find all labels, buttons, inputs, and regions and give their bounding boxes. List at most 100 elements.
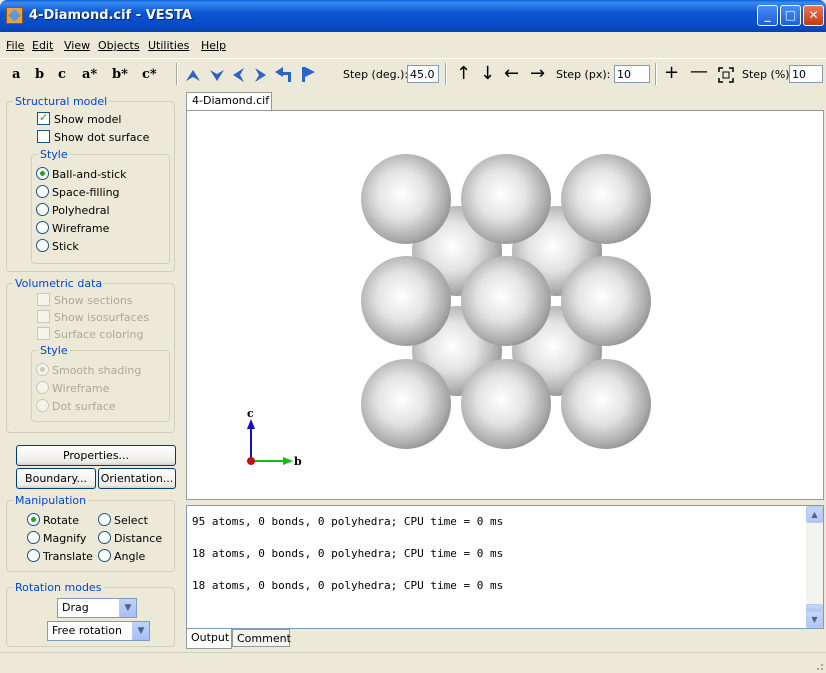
vol-wireframe-radio[interactable]: Wireframe [36,381,109,397]
checkbox-checked-icon[interactable] [37,111,50,125]
rotate-radio[interactable]: Rotate [27,513,79,529]
atom[interactable] [461,359,551,449]
title-bar[interactable]: 4-Diamond.cif - VESTA _ □ ✕ [0,0,826,32]
zoom-in-icon[interactable]: + [664,62,679,83]
atom[interactable] [561,256,651,346]
properties-button[interactable]: Properties... [16,445,176,466]
radio-icon[interactable] [36,185,49,198]
menu-edit[interactable]: Edit [32,39,53,52]
show-sections-checkbox[interactable]: Show sections [37,293,133,309]
radio-icon[interactable] [98,513,111,526]
checkbox-icon[interactable] [37,327,50,340]
orientation-button[interactable]: Orientation... [98,468,176,489]
view-along-a-button[interactable]: a [12,67,20,82]
resize-grip-icon[interactable] [812,659,824,671]
translate-down-icon[interactable]: ↓ [480,63,495,84]
style-wireframe-radio[interactable]: Wireframe [36,221,109,237]
checkbox-icon[interactable] [37,293,50,306]
atom[interactable] [461,154,551,244]
translate-step-input[interactable] [614,65,650,83]
minimize-button[interactable]: _ [757,5,778,26]
scroll-down-icon[interactable]: ▼ [806,611,823,628]
crystal-structure-view[interactable]: c b [187,111,823,499]
tab-comment[interactable]: Comment [232,629,291,647]
chevron-down-icon[interactable]: ▼ [132,622,149,640]
menu-utilities[interactable]: Utilities [148,39,189,52]
show-sections-label: Show sections [54,294,133,307]
atom[interactable] [361,256,451,346]
rotation-modes-title: Rotation modes [13,581,104,594]
show-isosurfaces-checkbox[interactable]: Show isosurfaces [37,310,149,326]
surface-coloring-checkbox[interactable]: Surface coloring [37,327,144,343]
distance-radio[interactable]: Distance [98,531,162,547]
menu-file[interactable]: File [6,39,24,52]
radio-icon[interactable] [27,531,40,544]
atom[interactable] [461,256,551,346]
view-along-b-button[interactable]: b [35,67,44,82]
maximize-button[interactable]: □ [780,5,801,26]
select-label: Select [114,514,148,527]
atom[interactable] [561,359,651,449]
show-dot-surface-checkbox[interactable]: Show dot surface [37,130,149,146]
atom[interactable] [361,359,451,449]
style-polyhedral-radio[interactable]: Polyhedral [36,203,110,219]
axis-c-arrowhead-icon [247,419,255,429]
atom[interactable] [361,154,451,244]
radio-selected-icon[interactable] [36,167,49,180]
menu-objects[interactable]: Objects [98,39,140,52]
radio-icon[interactable] [36,239,49,252]
scroll-up-icon[interactable]: ▲ [806,506,823,523]
output-line: 18 atoms, 0 bonds, 0 polyhedra; CPU time… [192,579,504,592]
fit-to-screen-icon[interactable] [718,67,734,83]
radio-icon[interactable] [36,221,49,234]
radio-selected-icon[interactable] [36,363,49,376]
menu-view[interactable]: View [64,39,90,52]
rotation-type-select[interactable]: Free rotation ▼ [47,621,150,641]
view-along-c-star-button[interactable]: c* [142,67,157,82]
show-model-checkbox[interactable]: Show model [37,111,121,128]
zoom-step-label: Step (%): [742,68,794,81]
close-button[interactable]: ✕ [803,5,824,26]
tab-output[interactable]: Output [186,629,232,649]
style-ball-and-stick-radio[interactable]: Ball-and-stick [36,167,127,183]
rotate-step-input[interactable] [407,65,439,83]
select-radio[interactable]: Select [98,513,148,529]
zoom-step-input[interactable] [789,65,823,83]
output-log[interactable]: 95 atoms, 0 bonds, 0 polyhedra; CPU time… [186,505,824,629]
vesta-app-icon[interactable] [6,7,23,24]
radio-icon[interactable] [27,549,40,562]
radio-selected-icon[interactable] [27,513,40,526]
atom[interactable] [561,154,651,244]
translate-left-icon[interactable]: ← [504,63,519,84]
style-space-filling-radio[interactable]: Space-filling [36,185,120,201]
axis-c-label: c [247,407,254,420]
rotation-type-value: Free rotation [52,624,122,637]
radio-icon[interactable] [98,549,111,562]
style-stick-radio[interactable]: Stick [36,239,79,255]
translate-radio[interactable]: Translate [27,549,93,565]
zoom-out-icon[interactable]: — [690,61,708,82]
radio-icon[interactable] [36,381,49,394]
checkbox-icon[interactable] [37,310,50,323]
dot-surface-radio[interactable]: Dot surface [36,399,116,415]
angle-radio[interactable]: Angle [98,549,145,565]
translate-right-icon[interactable]: → [530,63,545,84]
translate-up-icon[interactable]: ↑ [456,63,471,84]
radio-icon[interactable] [36,399,49,412]
boundary-button[interactable]: Boundary... [16,468,96,489]
structure-viewport[interactable]: c b [186,110,824,500]
chevron-down-icon[interactable]: ▼ [119,599,136,617]
menu-help[interactable]: Help [201,39,226,52]
drag-mode-select[interactable]: Drag ▼ [57,598,137,618]
view-along-a-star-button[interactable]: a* [82,67,97,82]
smooth-shading-radio[interactable]: Smooth shading [36,363,141,379]
document-tab[interactable]: 4-Diamond.cif [186,92,272,110]
manipulation-group: Manipulation Rotate Select Magnify Dista… [6,494,175,572]
magnify-radio[interactable]: Magnify [27,531,86,547]
radio-icon[interactable] [36,203,49,216]
radio-icon[interactable] [98,531,111,544]
view-along-c-button[interactable]: c [58,67,66,82]
view-along-b-star-button[interactable]: b* [112,67,128,82]
checkbox-icon[interactable] [37,130,50,143]
output-scrollbar[interactable]: ▲ ▼ [806,506,823,628]
